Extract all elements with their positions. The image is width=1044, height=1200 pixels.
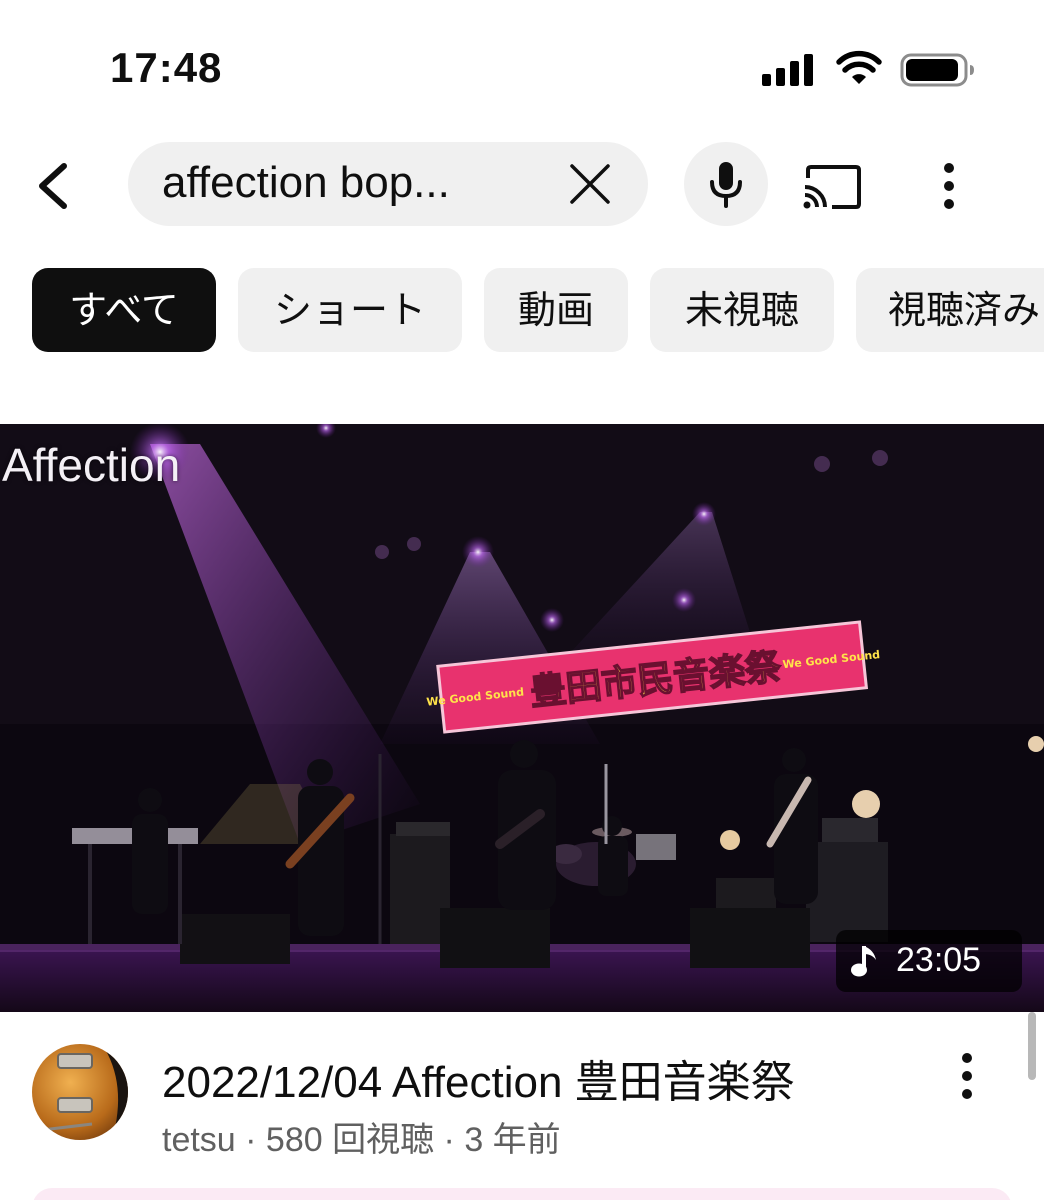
filter-chips: すべて ショート 動画 未視聴 視聴済み xyxy=(0,268,1044,354)
video-meta: 2022/12/04 Affection 豊田音楽祭 tetsu · 580 回… xyxy=(0,1012,1044,1200)
next-card-edge xyxy=(32,1188,1012,1200)
chip-all[interactable]: すべて xyxy=(32,268,216,352)
chip-unwatched[interactable]: 未視聴 xyxy=(650,268,834,352)
status-time: 17:48 xyxy=(110,44,223,91)
thumbnail-overlay-text: Affection xyxy=(2,439,181,491)
microphone-icon xyxy=(710,162,742,208)
chip-videos[interactable]: 動画 xyxy=(484,268,628,352)
chevron-left-icon[interactable] xyxy=(30,156,74,216)
voice-search-button[interactable] xyxy=(684,142,768,226)
more-vertical-icon[interactable] xyxy=(934,162,964,210)
video-thumbnail[interactable]: 豊田市民音楽祭 We Good Sound We Good Sound Affe… xyxy=(0,424,1044,1012)
status-bar: 17:48 xyxy=(0,0,1044,140)
chip-watched[interactable]: 視聴済み xyxy=(856,268,1044,352)
video-title[interactable]: 2022/12/04 Affection 豊田音楽祭 xyxy=(162,1046,795,1110)
scrollbar[interactable] xyxy=(1028,1012,1036,1080)
video-subtitle: tetsu · 580 回視聴 · 3 年前 xyxy=(162,1121,561,1159)
chip-shorts[interactable]: ショート xyxy=(238,268,462,352)
close-icon[interactable] xyxy=(568,162,612,206)
battery-icon xyxy=(900,53,974,87)
avatar[interactable] xyxy=(32,1044,128,1140)
more-vertical-icon[interactable] xyxy=(952,1052,982,1100)
wifi-icon xyxy=(836,50,882,84)
duration-text: 23:05 xyxy=(896,941,982,979)
cast-icon[interactable] xyxy=(802,164,862,210)
channel-avatar-image xyxy=(32,1044,128,1140)
search-query-text: affection bop... xyxy=(162,158,450,207)
duration-badge: 23:05 xyxy=(836,930,1022,992)
music-note-icon xyxy=(851,946,876,977)
cellular-signal-icon xyxy=(762,54,818,86)
concert-stage-image: 豊田市民音楽祭 We Good Sound We Good Sound xyxy=(0,424,1044,1012)
search-input[interactable]: affection bop... xyxy=(128,142,648,226)
search-header: affection bop... xyxy=(0,140,1044,240)
